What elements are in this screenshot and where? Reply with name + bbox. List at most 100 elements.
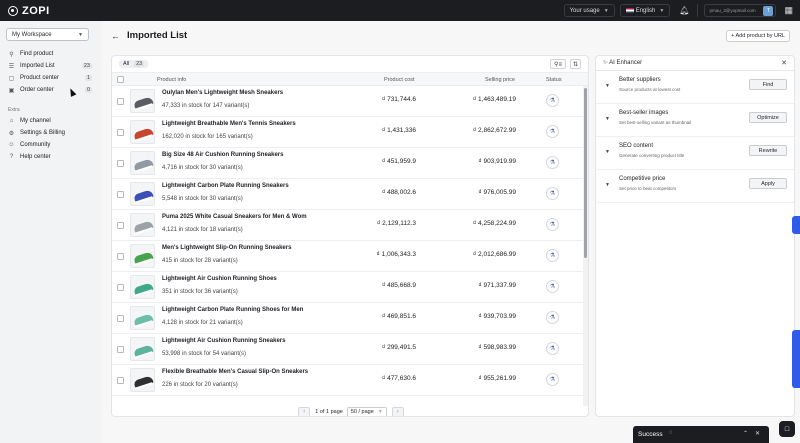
row-checkbox[interactable] bbox=[117, 253, 124, 260]
product-name[interactable]: Flexible Breathable Men's Casual Slip-On… bbox=[162, 369, 308, 375]
selling-price: ₫ 939,703.99 bbox=[478, 313, 516, 320]
product-name[interactable]: Big Size 48 Air Cushion Running Sneakers bbox=[162, 152, 283, 158]
sidebar-item-imported-list[interactable]: ☰ Imported List 23 bbox=[0, 60, 101, 72]
ai-action-button[interactable]: Find bbox=[749, 79, 787, 90]
chevron-up-icon[interactable]: ⌃ bbox=[743, 430, 748, 437]
extra-nav: Extra ⌂ My channel ⚙ Settings & Billing … bbox=[0, 105, 101, 163]
product-thumbnail[interactable] bbox=[130, 213, 155, 237]
sidebar-item-product-center[interactable]: ▢ Product center 1 bbox=[0, 72, 101, 84]
product-thumbnail[interactable] bbox=[130, 182, 155, 206]
sidebar-item-help-center[interactable]: ? Help center bbox=[0, 151, 101, 163]
status-link-icon[interactable]: ⚗ bbox=[546, 249, 559, 262]
product-thumbnail[interactable] bbox=[130, 151, 155, 175]
table-row[interactable]: Lightweight Carbon Plate Running Sneaker… bbox=[112, 179, 584, 210]
ai-action-button[interactable]: Apply bbox=[749, 178, 787, 189]
workspace-select[interactable]: My Workspace ▼ bbox=[6, 28, 89, 41]
scrollbar-thumb[interactable] bbox=[584, 88, 587, 258]
row-checkbox[interactable] bbox=[117, 315, 124, 322]
product-name[interactable]: Lightweight Breathable Men's Tennis Snea… bbox=[162, 121, 296, 127]
status-link-icon[interactable]: ⚗ bbox=[546, 342, 559, 355]
prev-page-button[interactable]: ‹ bbox=[298, 406, 311, 416]
chevron-down-icon: ▼ bbox=[78, 31, 83, 38]
table-row[interactable]: Lightweight Air Cushion Running Shoes 351… bbox=[112, 272, 584, 303]
back-arrow-icon[interactable]: ← bbox=[111, 31, 120, 41]
product-name[interactable]: Lightweight Air Cushion Running Shoes bbox=[162, 276, 277, 282]
sort-button[interactable]: ⇅ bbox=[570, 59, 581, 69]
status-link-icon[interactable]: ⚗ bbox=[546, 94, 559, 107]
account-menu[interactable]: pmau_3@yopmail.com T bbox=[704, 4, 777, 17]
app-logo[interactable]: ZOPI bbox=[8, 5, 50, 17]
row-checkbox[interactable] bbox=[117, 284, 124, 291]
select-all-checkbox[interactable] bbox=[117, 76, 124, 83]
product-name[interactable]: Puma 2025 White Casual Sneakers for Men … bbox=[162, 214, 307, 220]
table-row[interactable]: Oulylan Men's Lightweight Mesh Sneakers 4… bbox=[112, 86, 584, 117]
status-link-icon[interactable]: ⚗ bbox=[546, 218, 559, 231]
close-icon[interactable]: ✕ bbox=[781, 59, 787, 67]
table-row[interactable]: Big Size 48 Air Cushion Running Sneakers… bbox=[112, 148, 584, 179]
selling-price: ₫ 1,463,489.19 bbox=[472, 96, 516, 103]
sidebar-item-my-channel[interactable]: ⌂ My channel bbox=[0, 115, 101, 127]
page-header: ← Imported List bbox=[111, 30, 187, 41]
row-checkbox[interactable] bbox=[117, 160, 124, 167]
help-icon: ? bbox=[9, 154, 14, 160]
floating-side-tab[interactable] bbox=[792, 216, 800, 234]
status-link-icon[interactable]: ⚗ bbox=[546, 156, 559, 169]
ai-action-button[interactable]: Rewrite bbox=[749, 145, 787, 156]
sidebar-item-order-center[interactable]: ▣ Order center 0 bbox=[0, 84, 101, 96]
product-name[interactable]: Oulylan Men's Lightweight Mesh Sneakers bbox=[162, 90, 283, 96]
language-dropdown[interactable]: English ▼ bbox=[619, 4, 671, 17]
table-row[interactable]: Flexible Breathable Men's Casual Slip-On… bbox=[112, 365, 584, 396]
add-product-by-url-button[interactable]: + Add product by URL bbox=[726, 30, 790, 42]
product-thumbnail[interactable] bbox=[130, 368, 155, 392]
product-name[interactable]: Lightweight Carbon Plate Running Shoes f… bbox=[162, 307, 303, 313]
row-checkbox[interactable] bbox=[117, 98, 124, 105]
status-link-icon[interactable]: ⚗ bbox=[546, 125, 559, 138]
product-thumbnail[interactable] bbox=[130, 244, 155, 268]
sidebar-item-find-product[interactable]: ⚲ Find product bbox=[0, 48, 101, 60]
next-page-button[interactable]: › bbox=[391, 406, 404, 416]
product-stock: 226 in stock for 20 variant(s) bbox=[162, 382, 238, 388]
chevron-down-icon[interactable]: ▼ bbox=[605, 149, 610, 155]
status-link-icon[interactable]: ⚗ bbox=[546, 280, 559, 293]
chat-support-button[interactable]: □ bbox=[779, 421, 795, 437]
usage-dropdown[interactable]: Your usage ▼ bbox=[563, 4, 615, 17]
row-checkbox[interactable] bbox=[117, 191, 124, 198]
table-row[interactable]: Men's Lightweight Slip-On Running Sneake… bbox=[112, 241, 584, 272]
row-checkbox[interactable] bbox=[117, 346, 124, 353]
apps-grid-icon[interactable]: ▦ bbox=[784, 5, 793, 16]
selling-price: ₫ 2,862,672.99 bbox=[472, 127, 516, 134]
table-scrollbar[interactable] bbox=[583, 86, 588, 406]
sidebar-item-settings-billing[interactable]: ⚙ Settings & Billing bbox=[0, 127, 101, 139]
product-thumbnail[interactable] bbox=[130, 89, 155, 113]
row-checkbox[interactable] bbox=[117, 129, 124, 136]
table-row[interactable]: Lightweight Air Cushion Running Sneakers… bbox=[112, 334, 584, 365]
column-selling-price: Selling price bbox=[485, 77, 515, 83]
table-row[interactable]: Puma 2025 White Casual Sneakers for Men … bbox=[112, 210, 584, 241]
status-link-icon[interactable]: ⚗ bbox=[546, 373, 559, 386]
table-row[interactable]: Lightweight Carbon Plate Running Shoes f… bbox=[112, 303, 584, 334]
product-thumbnail[interactable] bbox=[130, 120, 155, 144]
search-filter-button[interactable]: ⚲≡ bbox=[550, 59, 566, 69]
status-link-icon[interactable]: ⚗ bbox=[546, 311, 559, 324]
sidebar-item-community[interactable]: ☺ Community bbox=[0, 139, 101, 151]
ai-action-button[interactable]: Optimize bbox=[749, 112, 787, 123]
product-thumbnail[interactable] bbox=[130, 337, 155, 361]
page-size-select[interactable]: 50 / page ▼ bbox=[346, 406, 387, 416]
close-icon[interactable]: ✕ bbox=[755, 430, 760, 437]
tab-all[interactable]: All 23 bbox=[119, 60, 149, 68]
product-name[interactable]: Men's Lightweight Slip-On Running Sneake… bbox=[162, 245, 291, 251]
chevron-down-icon[interactable]: ▼ bbox=[605, 182, 610, 188]
ai-enhancer-item: ▼ SEO content Generate converting product … bbox=[596, 137, 794, 170]
bell-icon[interactable]: 🔔︎ bbox=[679, 6, 689, 15]
product-thumbnail[interactable] bbox=[130, 306, 155, 330]
floating-tool-stack[interactable] bbox=[792, 330, 800, 388]
row-checkbox[interactable] bbox=[117, 222, 124, 229]
product-name[interactable]: Lightweight Carbon Plate Running Sneaker… bbox=[162, 183, 289, 189]
product-thumbnail[interactable] bbox=[130, 275, 155, 299]
table-row[interactable]: Lightweight Breathable Men's Tennis Snea… bbox=[112, 117, 584, 148]
product-name[interactable]: Lightweight Air Cushion Running Sneakers bbox=[162, 338, 285, 344]
status-link-icon[interactable]: ⚗ bbox=[546, 187, 559, 200]
chevron-down-icon[interactable]: ▼ bbox=[605, 83, 610, 89]
chevron-down-icon[interactable]: ▼ bbox=[605, 116, 610, 122]
row-checkbox[interactable] bbox=[117, 377, 124, 384]
